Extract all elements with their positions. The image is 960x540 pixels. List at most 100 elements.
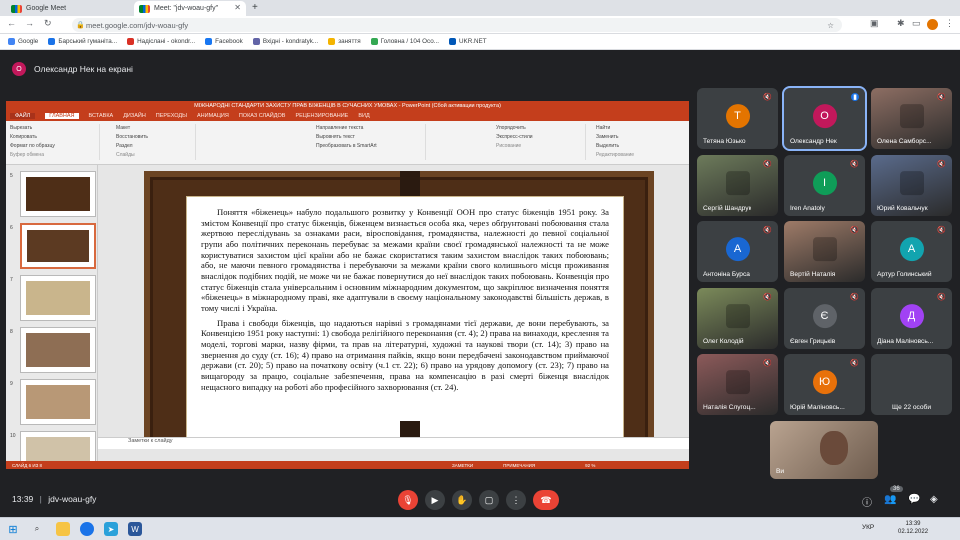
participant-name: Олег Колодій: [703, 338, 744, 345]
layout-button[interactable]: Макет: [116, 124, 195, 133]
participant-tile[interactable]: О ▮ Олександр Нек: [782, 86, 867, 151]
people-icon[interactable]: 👥: [884, 494, 896, 505]
chat-icon[interactable]: 💬: [908, 494, 920, 505]
menu-icon[interactable]: ⋮: [945, 18, 954, 29]
plus-icon[interactable]: +: [252, 2, 258, 13]
participant-tile[interactable]: 🔇 Сергій Шандрук: [697, 155, 778, 216]
ppt-ribbon-tabs: ФАЙЛ ГЛАВНАЯ ВСТАВКА ДИЗАЙН ПЕРЕХОДЫ АНИ…: [6, 111, 689, 121]
find-button[interactable]: Найти: [596, 124, 684, 133]
extensions-icon[interactable]: ✱: [897, 18, 905, 29]
participant-tile[interactable]: І 🔇 Iren Anatoly: [784, 155, 865, 216]
ppt-tab-design[interactable]: ДИЗАЙН: [123, 113, 146, 119]
chrome-icon[interactable]: [80, 522, 94, 536]
participant-tile[interactable]: Є 🔇 Євген Грицьків: [784, 288, 865, 349]
ppt-tab-transitions[interactable]: ПЕРЕХОДЫ: [156, 113, 187, 119]
participant-tile[interactable]: Ю 🔇 Юрій Маліновсь...: [784, 354, 865, 415]
participant-tile[interactable]: 🔇 Наталія Слугоц...: [697, 354, 778, 415]
info-icon[interactable]: ⓘ: [862, 494, 872, 509]
replace-button[interactable]: Заменить: [596, 133, 684, 142]
slide-content[interactable]: Поняття «біженець» набуло подальшого роз…: [186, 196, 624, 442]
reload-icon[interactable]: ↻: [44, 18, 52, 29]
cut-button[interactable]: Вырезать: [10, 124, 99, 133]
participant-tile[interactable]: А 🔇 Антоніна Бурса: [697, 221, 778, 282]
tab-meet-active[interactable]: Meet: "jdv-woau-gfy" ✕: [134, 1, 246, 16]
ppt-tab-view[interactable]: ВИД: [358, 113, 369, 119]
copy-button[interactable]: Копировать: [10, 133, 99, 142]
participant-tile[interactable]: Д 🔇 Діана Маліновсь...: [871, 288, 952, 349]
close-icon[interactable]: ✕: [234, 3, 241, 12]
participant-tile[interactable]: 🔇 Олег Колодій: [697, 288, 778, 349]
activities-icon[interactable]: ◈: [930, 494, 938, 505]
bookmark-mail[interactable]: Вхідні - kondratyk...: [252, 38, 318, 45]
telegram-icon[interactable]: ➤: [104, 522, 118, 536]
participant-tile[interactable]: 🔇 Вертій Наталія: [784, 221, 865, 282]
tab-google-meet[interactable]: Google Meet ✕: [6, 1, 146, 16]
bookmark-ukrnet[interactable]: UKR.NET: [448, 38, 487, 45]
align-text-button[interactable]: Выровнять текст: [316, 133, 425, 142]
format-painter-button[interactable]: Формат по образцу: [10, 142, 99, 151]
camera-button[interactable]: ▶: [425, 490, 445, 510]
word-icon[interactable]: W: [128, 522, 142, 536]
file-explorer-icon[interactable]: [56, 522, 70, 536]
bookmark-folder[interactable]: заняття: [328, 38, 361, 45]
quick-styles-button[interactable]: Экспресс-стили: [496, 133, 585, 142]
text-direction-button[interactable]: Направление текста: [316, 124, 425, 133]
slide-thumbnail[interactable]: [20, 275, 96, 321]
more-options-button[interactable]: ⋮: [506, 490, 526, 510]
ppt-tab-review[interactable]: РЕЦЕНЗИРОВАНИЕ: [295, 113, 348, 119]
group-label: Буфер обмена: [10, 152, 44, 158]
bookmark-holovna[interactable]: Головна / 104 Осо...: [370, 38, 439, 45]
arrange-button[interactable]: Упорядочить: [496, 124, 585, 133]
shared-screen: МІЖНАРОДНІ СТАНДАРТИ ЗАХИСТУ ПРАВ БІЖЕНЦ…: [6, 101, 689, 469]
search-icon[interactable]: ⌕: [30, 522, 44, 536]
slide-thumbnail[interactable]: [20, 171, 96, 217]
self-view-tile[interactable]: Ви: [770, 421, 878, 479]
participant-name: Артур Голинський: [877, 271, 932, 278]
bookmark-facebook[interactable]: Facebook: [205, 38, 243, 45]
select-button[interactable]: Выделить: [596, 142, 684, 151]
sidepanel-icon[interactable]: ▭: [912, 18, 921, 29]
participant-tile[interactable]: Т 🔇 Тетяна Юзько: [697, 88, 778, 149]
slide-thumbnail[interactable]: [20, 431, 96, 461]
system-clock[interactable]: 13:39 02.12.2022: [898, 520, 928, 536]
url-text: meet.google.com/jdv-woau-gfy: [86, 20, 189, 30]
ppt-tab-animation[interactable]: АНИМАЦИЯ: [197, 113, 229, 119]
ribbon-group-clipboard: Вырезать Копировать Формат по образцу Бу…: [10, 124, 100, 160]
notes-toggle[interactable]: ЗАМЕТКИ: [452, 463, 473, 468]
ppt-tab-insert[interactable]: ВСТАВКА: [89, 113, 114, 119]
comments-toggle[interactable]: ПРИМЕЧАНИЯ: [503, 463, 535, 468]
back-icon[interactable]: ←: [7, 18, 16, 28]
star-icon[interactable]: ☆: [827, 21, 834, 30]
slide-thumbnail[interactable]: [20, 327, 96, 373]
participant-tile[interactable]: 🔇 Юрий Ковальчук: [871, 155, 952, 216]
ppt-notes-pane[interactable]: Заметки к слайду: [98, 437, 689, 449]
participant-tile[interactable]: Ще 22 особи: [871, 354, 952, 415]
zoom-level[interactable]: 92 %: [585, 463, 595, 468]
camera-icon[interactable]: ▣: [870, 18, 879, 29]
slide-thumbnail[interactable]: [20, 379, 96, 425]
forward-icon[interactable]: →: [25, 18, 34, 28]
ppt-ribbon: Вырезать Копировать Формат по образцу Бу…: [6, 121, 689, 165]
bookmark-barskyi[interactable]: Барський гуманіта...: [48, 38, 117, 45]
ppt-tab-slideshow[interactable]: ПОКАЗ СЛАЙДОВ: [239, 113, 286, 119]
smartart-button[interactable]: Преобразовать в SmartArt: [316, 142, 425, 151]
present-button[interactable]: ▢: [479, 490, 499, 510]
leave-call-button[interactable]: ☎: [533, 490, 559, 510]
self-view-person: [820, 431, 848, 465]
participant-tile[interactable]: А 🔇 Артур Голинський: [871, 221, 952, 282]
ppt-tab-home[interactable]: ГЛАВНАЯ: [45, 113, 79, 119]
slide-thumbnail-selected[interactable]: [20, 223, 96, 269]
profile-avatar[interactable]: [927, 19, 938, 30]
bookmark-gmail[interactable]: Надіслані - okondr...: [127, 38, 195, 45]
ppt-tab-file[interactable]: ФАЙЛ: [10, 113, 36, 119]
ribbon-group-slides: Макет Восстановить Раздел Слайды: [116, 124, 196, 160]
raise-hand-button[interactable]: ✋: [452, 490, 472, 510]
reset-button[interactable]: Восстановить: [116, 133, 195, 142]
windows-start-icon[interactable]: ⊞: [6, 522, 20, 536]
language-indicator[interactable]: УКР: [862, 524, 874, 531]
mic-off-button[interactable]: 🎙: [398, 490, 418, 510]
participant-tile[interactable]: 🔇 Олена Самборс...: [871, 88, 952, 149]
url-input[interactable]: 🔒 meet.google.com/jdv-woau-gfy ☆: [72, 18, 842, 32]
bookmark-google[interactable]: Google: [8, 38, 38, 45]
section-button[interactable]: Раздел: [116, 142, 195, 151]
